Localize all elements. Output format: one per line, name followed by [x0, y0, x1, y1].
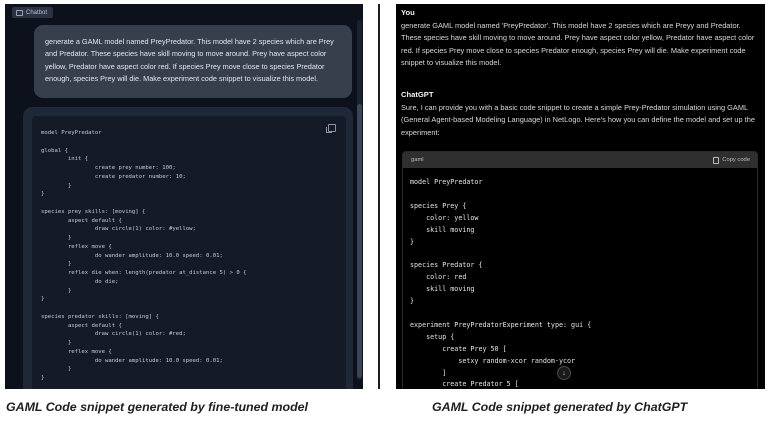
- copy-code-label: Copy code: [722, 157, 750, 163]
- scroll-down-button[interactable]: ↓: [557, 366, 571, 380]
- user-label: You: [401, 8, 415, 17]
- copy-code-button[interactable]: Copy code: [713, 156, 750, 164]
- user-message-text: generate GAML model named 'PreyPredator'…: [401, 21, 755, 68]
- assistant-label: ChatGPT: [401, 90, 434, 99]
- copy-icon[interactable]: [326, 124, 336, 133]
- arrow-down-icon: ↓: [562, 369, 566, 377]
- panel-divider: [378, 4, 380, 389]
- chatbot-tab-label: Chatbot: [26, 9, 48, 16]
- chatgpt-screenshot: You generate GAML model named 'PreyPreda…: [396, 4, 765, 389]
- finetuned-chatbot-screenshot: Chatbot generate a GAML model named Prey…: [5, 4, 363, 389]
- user-message-text: generate a GAML model named PreyPredator…: [45, 37, 334, 83]
- caption-right: GAML Code snippet generated by ChatGPT: [432, 400, 688, 414]
- code-block: gaml Copy code model PreyPredator specie…: [402, 151, 758, 389]
- code-block: model PreyPredator global { init { creat…: [32, 116, 346, 389]
- bot-message-bubble: model PreyPredator global { init { creat…: [23, 107, 353, 389]
- user-message-bubble: generate a GAML model named PreyPredator…: [34, 25, 352, 98]
- copy-icon: [713, 156, 720, 164]
- scrollbar-thumb[interactable]: [357, 104, 362, 378]
- caption-left: GAML Code snippet generated by fine-tune…: [6, 400, 308, 414]
- chat-icon: [16, 9, 23, 16]
- chatbot-tab[interactable]: Chatbot: [12, 7, 54, 18]
- code-block-header: gaml Copy code: [403, 152, 757, 168]
- code-text: model PreyPredator species Prey { color:…: [410, 178, 592, 389]
- assistant-message-text: Sure, I can provide you with a basic cod…: [401, 103, 755, 137]
- code-language-label: gaml: [411, 157, 424, 163]
- code-text: model PreyPredator global { init { creat…: [41, 130, 247, 381]
